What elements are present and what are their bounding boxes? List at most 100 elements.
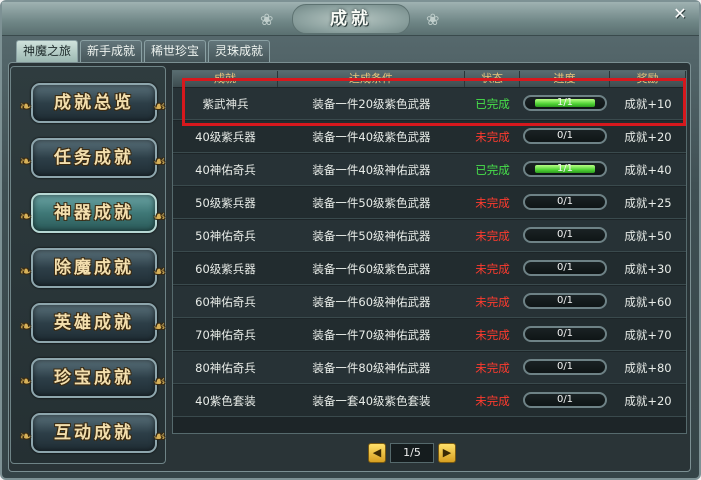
wing-ornament-icon: ❧ [19,319,35,335]
header-progress: 进度 [520,71,610,87]
achievement-name: 60级紫兵器 [195,261,256,276]
achievement-table: 成就 达成条件 状态 进度 奖励 紫武神兵 装备一件20级紫色武器 已完成 1/1 成就… [172,70,687,434]
achievement-condition: 装备一件70级神佑武器 [312,327,431,342]
category-label: 任务成就 [54,148,134,168]
wing-ornament-icon: ☙ [153,154,169,170]
tab-bar: 神魔之旅 新手成就 稀世珍宝 灵珠成就 [16,40,272,62]
category-overview-button[interactable]: ❧ 成就总览 ☙ [20,83,166,123]
achievement-name: 80神佑奇兵 [195,360,256,375]
achievement-name: 60神佑奇兵 [195,294,256,309]
progress-text: 0/1 [556,229,574,240]
wing-ornament-icon: ☙ [153,209,169,225]
progress-cell: 1/1 [520,93,610,114]
progress-bar: 0/1 [523,293,607,309]
category-label: 英雄成就 [54,313,134,333]
header-status: 状态 [465,71,520,87]
achievement-name: 50级紫兵器 [195,195,256,210]
category-demon-slaying-button[interactable]: ❧ 除魔成就 ☙ [20,248,166,288]
achievement-reward: 成就+30 [624,261,672,276]
achievement-status: 未完成 [475,360,510,375]
achievement-condition: 装备一件50级神佑武器 [312,228,431,243]
progress-cell: 0/1 [520,192,610,213]
progress-bar: 0/1 [523,194,607,210]
tab-shenmo-journey[interactable]: 神魔之旅 [16,40,79,62]
wing-ornament-icon: ❧ [19,264,35,280]
close-icon[interactable]: ✕ [671,5,689,23]
progress-bar: 1/1 [523,161,607,177]
progress-cell: 0/1 [520,357,610,378]
achievement-status: 未完成 [475,129,510,144]
achievement-status: 已完成 [475,162,510,177]
category-artifact-button[interactable]: ❧ 神器成就 ☙ [20,193,166,233]
table-row: 紫武神兵 装备一件20级紫色武器 已完成 1/1 成就+10 [173,88,686,120]
progress-text: 0/1 [556,361,574,372]
progress-cell: 0/1 [520,324,610,345]
progress-bar: 0/1 [523,227,607,243]
tab-spirit-bead-achievements[interactable]: 灵珠成就 [208,40,271,62]
achievement-status: 已完成 [475,96,510,111]
progress-text: 0/1 [556,130,574,141]
category-sidebar: ❧ 成就总览 ☙ ❧ 任务成就 ☙ ❧ 神器成就 ☙ ❧ 除魔成就 ☙ ❧ 英雄… [10,66,166,464]
header-name: 成就 [173,71,278,87]
category-label: 除魔成就 [54,258,134,278]
title-ornament-right-icon: ❀ [426,10,440,29]
achievement-reward: 成就+50 [624,228,672,243]
progress-bar: 0/1 [523,326,607,342]
achievement-condition: 装备一件40级神佑武器 [312,162,431,177]
achievement-condition: 装备一套40级紫色套装 [312,393,431,408]
achievement-reward: 成就+20 [624,393,672,408]
wing-ornament-icon: ☙ [153,374,169,390]
tab-rare-treasures[interactable]: 稀世珍宝 [144,40,207,62]
progress-cell: 0/1 [520,258,610,279]
progress-text: 0/1 [556,295,574,306]
progress-cell: 0/1 [520,126,610,147]
table-header: 成就 达成条件 状态 进度 奖励 [173,71,686,87]
category-hero-button[interactable]: ❧ 英雄成就 ☙ [20,303,166,343]
prev-page-button[interactable]: ◀ [368,443,386,463]
progress-text: 0/1 [556,394,574,405]
table-row: 40级紫兵器 装备一件40级紫色武器 未完成 0/1 成就+20 [173,121,686,153]
category-interaction-button[interactable]: ❧ 互动成就 ☙ [20,413,166,453]
wing-ornament-icon: ☙ [153,99,169,115]
progress-text: 0/1 [556,262,574,273]
achievement-name: 40级紫兵器 [195,129,256,144]
achievement-condition: 装备一件20级紫色武器 [312,96,431,111]
progress-text: 1/1 [556,163,574,174]
achievement-condition: 装备一件50级紫色武器 [312,195,431,210]
achievement-reward: 成就+60 [624,294,672,309]
wing-ornament-icon: ❧ [19,99,35,115]
progress-bar: 0/1 [523,128,607,144]
window-title: 成就 [292,4,410,34]
progress-cell: 1/1 [520,159,610,180]
wing-ornament-icon: ❧ [19,209,35,225]
progress-cell: 0/1 [520,291,610,312]
achievement-status: 未完成 [475,294,510,309]
progress-bar: 0/1 [523,359,607,375]
title-bar[interactable]: ❀ 成就 ❀ ✕ [2,2,699,36]
category-quest-button[interactable]: ❧ 任务成就 ☙ [20,138,166,178]
achievement-status: 未完成 [475,228,510,243]
wing-ornament-icon: ❧ [19,374,35,390]
tab-beginner-achievements[interactable]: 新手成就 [80,40,143,62]
page-indicator: 1/5 [390,443,434,463]
achievement-name: 40紫色套装 [195,393,256,408]
wing-ornament-icon: ☙ [153,264,169,280]
title-ornament-left-icon: ❀ [260,10,274,29]
achievement-name: 紫武神兵 [202,96,249,111]
achievement-condition: 装备一件60级神佑武器 [312,294,431,309]
achievement-condition: 装备一件40级紫色武器 [312,129,431,144]
table-row: 50级紫兵器 装备一件50级紫色武器 未完成 0/1 成就+25 [173,187,686,219]
wing-ornament-icon: ☙ [153,429,169,445]
achievement-status: 未完成 [475,195,510,210]
achievement-status: 未完成 [475,327,510,342]
table-row: 40紫色套装 装备一套40级紫色套装 未完成 0/1 成就+20 [173,385,686,417]
achievement-status: 未完成 [475,393,510,408]
progress-text: 0/1 [556,328,574,339]
category-treasure-button[interactable]: ❧ 珍宝成就 ☙ [20,358,166,398]
achievement-reward: 成就+70 [624,327,672,342]
achievement-name: 70神佑奇兵 [195,327,256,342]
progress-cell: 0/1 [520,225,610,246]
progress-text: 0/1 [556,196,574,207]
category-label: 神器成就 [54,203,134,223]
next-page-button[interactable]: ▶ [438,443,456,463]
